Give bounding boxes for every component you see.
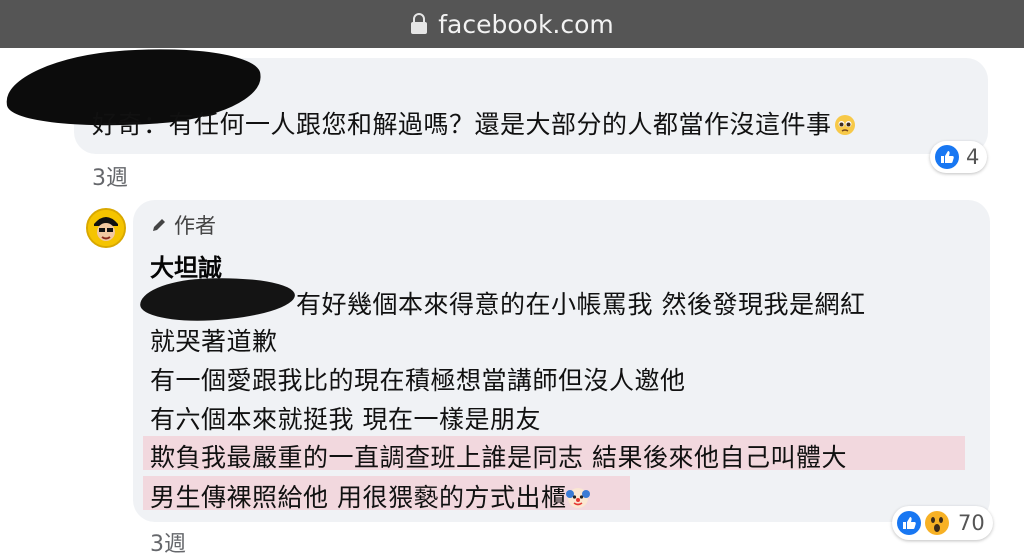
reply-line: 有六個本來就挺我 現在一樣是朋友 — [150, 405, 541, 434]
reply-line: 欺負我最嚴重的一直調查班上誰是同志 結果後來他自己叫體大 — [150, 443, 847, 472]
comment-body: 好奇：有任何一人跟您和解過嗎？還是大部分的人都當作沒這件事 — [92, 110, 832, 139]
url-text: facebook.com — [438, 9, 614, 39]
address-bar[interactable]: facebook.com — [0, 0, 1024, 48]
reaction-summary[interactable]: 70 — [892, 506, 993, 540]
wow-reaction-icon — [925, 511, 949, 535]
lock-icon — [411, 13, 428, 34]
reply-line: 有一個愛跟我比的現在積極想當講師但沒人邀他 — [150, 366, 686, 395]
pencil-icon — [153, 219, 165, 231]
reply-line: 有好幾個本來得意的在小帳罵我 然後發現我是網紅 — [296, 290, 866, 319]
reply-line: 男生傳裸照給他 用很猥褻的方式出櫃 — [150, 478, 591, 514]
like-reaction-icon — [897, 511, 921, 535]
author-badge-label: 作者 — [174, 214, 216, 238]
pleading-face-emoji-icon — [834, 115, 855, 135]
reply-timestamp[interactable]: 3週 — [150, 526, 186, 558]
reaction-summary[interactable]: 4 — [930, 141, 988, 173]
comment-timestamp[interactable]: 3週 — [92, 160, 128, 192]
clown-face-emoji-icon — [566, 488, 591, 508]
author-badge: 作者 — [150, 210, 216, 240]
avatar-face-icon — [88, 210, 124, 246]
reply-line-text: 男生傳裸照給他 用很猥褻的方式出櫃 — [150, 483, 567, 512]
comment-text: 好奇：有任何一人跟您和解過嗎？還是大部分的人都當作沒這件事 — [92, 105, 856, 141]
reaction-count: 70 — [958, 511, 985, 535]
avatar[interactable] — [86, 208, 126, 248]
reply-line: 就哭著道歉 — [150, 327, 278, 356]
like-reaction-icon — [935, 145, 959, 169]
reaction-count: 4 — [966, 145, 980, 169]
